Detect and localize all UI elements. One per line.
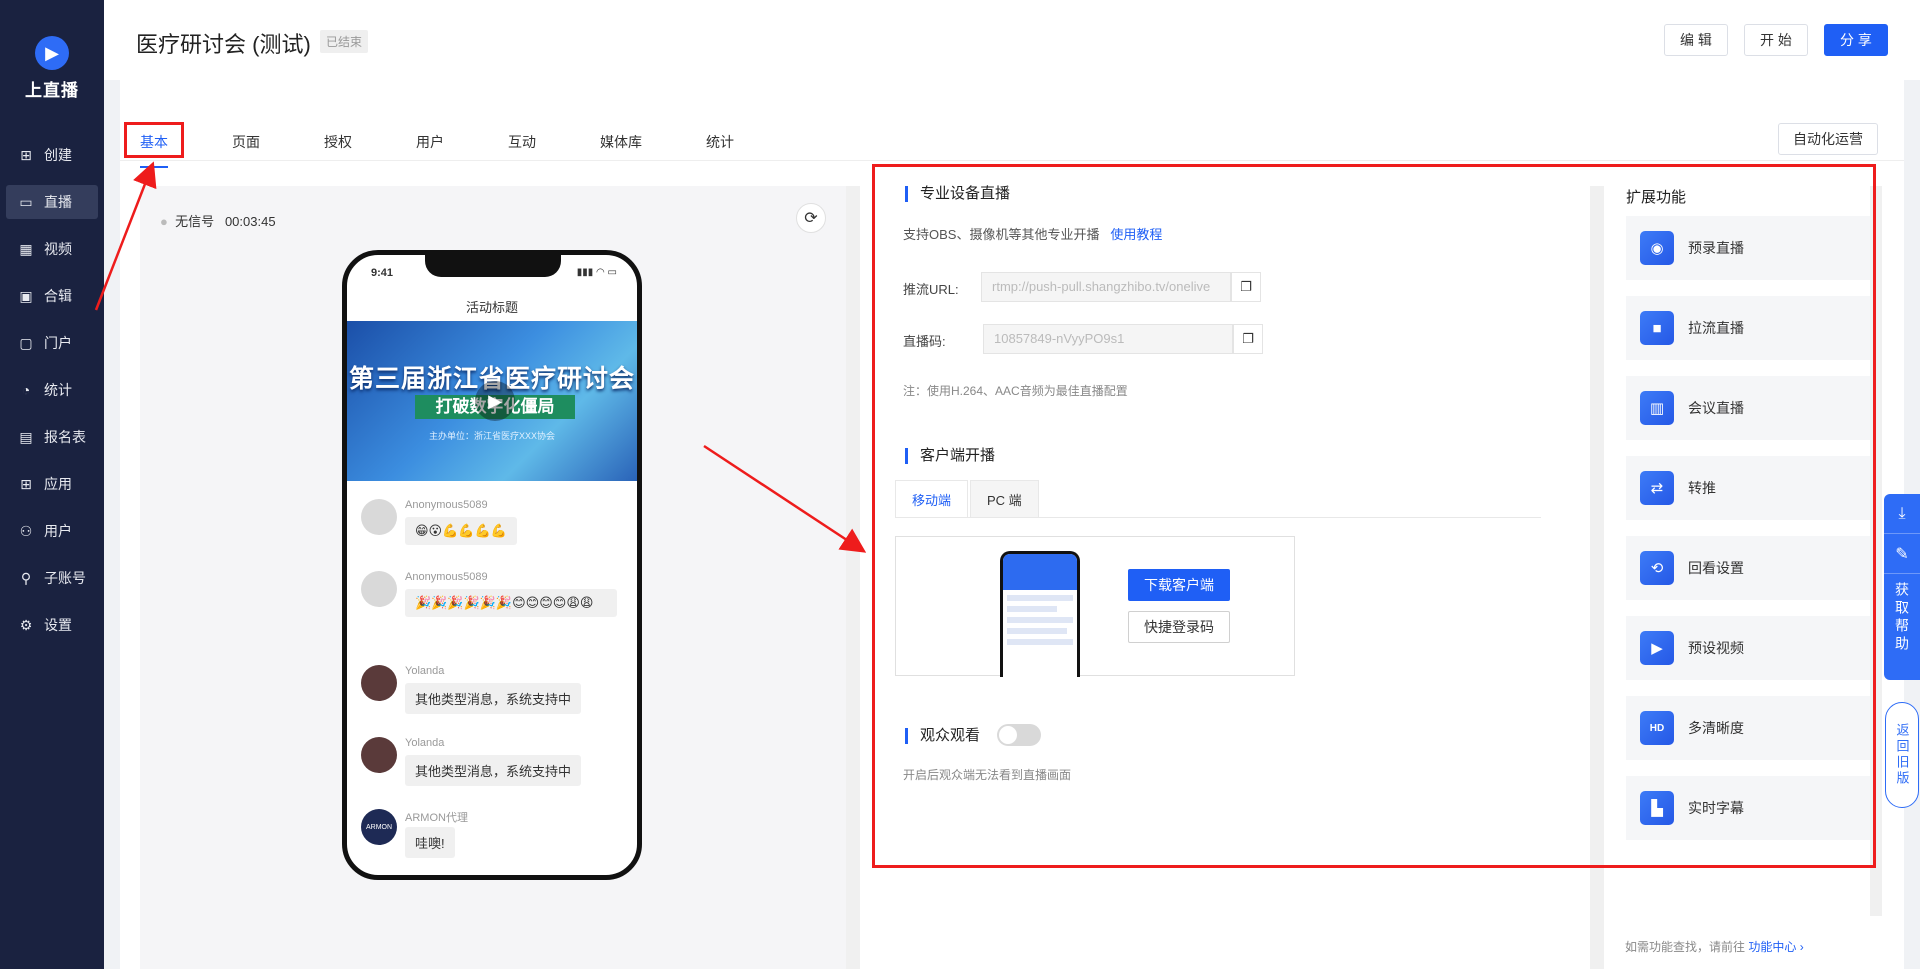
avatar <box>361 737 397 773</box>
phone-time: 9:41 <box>371 267 394 279</box>
chat-message: Anonymous5089 😁😮💪💪💪💪 <box>361 499 631 559</box>
tab-page[interactable]: 页面 <box>224 126 268 158</box>
signal-status: ● 无信号 00:03:45 <box>160 214 276 229</box>
avatar <box>361 499 397 535</box>
plus-square-icon: ⊞ <box>20 146 32 163</box>
extensions-footer: 如需功能查找，请前往 功能中心 › <box>1625 940 1804 954</box>
document-icon[interactable]: ✎ <box>1884 534 1920 574</box>
download-icon[interactable]: ⤓ <box>1884 494 1920 534</box>
banner-host: 主办单位：浙江省医疗XXX协会 <box>428 431 555 441</box>
sidebar-item-users[interactable]: ⚇ 用户 <box>6 514 98 548</box>
sidebar-item-subaccount[interactable]: ⚲ 子账号 <box>6 561 98 595</box>
annotation-box-content <box>872 164 1876 868</box>
feature-center-link[interactable]: 功能中心 › <box>1748 940 1803 954</box>
sidebar: ▶ 上直播 ⊞ 创建 ▭ 直播 ▦ 视频 ▣ 合辑 ▢ 门户 ◔ 统计 ▤ 报名表 ⊞ 应用 ⚇… <box>0 0 104 969</box>
avatar <box>361 571 397 607</box>
phone-preview: 9:41 ▮▮▮ ◠ ▭ 活动标题 第三届浙江省医疗研讨会 打破数字化僵局 主办… <box>342 250 642 880</box>
sidebar-item-stats[interactable]: ◔ 统计 <box>6 373 98 407</box>
chat-message: Yolanda 其他类型消息，系统支持中 <box>361 737 631 797</box>
page-title: 医疗研讨会 (测试) <box>136 32 311 57</box>
sidebar-item-collection[interactable]: ▣ 合辑 <box>6 279 98 313</box>
users-icon: ⚇ <box>19 522 33 539</box>
signal-icon: ▮▮▮ ◠ ▭ <box>576 267 617 278</box>
logo[interactable]: ▶ 上直播 <box>0 36 104 101</box>
duration: 00:03:45 <box>224 214 276 229</box>
return-old-version-button[interactable]: 返回旧版 <box>1885 702 1919 808</box>
edit-button[interactable]: 编 辑 <box>1664 24 1728 56</box>
tab-auth[interactable]: 授权 <box>316 126 360 158</box>
start-button[interactable]: 开 始 <box>1744 24 1808 56</box>
tab-interact[interactable]: 互动 <box>500 126 544 158</box>
annotation-box-tab <box>124 122 184 158</box>
tab-bar: 基本 页面 授权 用户 互动 媒体库 统计 <box>132 122 790 168</box>
logo-icon: ▶ <box>35 36 69 70</box>
status-badge: 已结束 <box>320 30 369 53</box>
tab-media[interactable]: 媒体库 <box>592 126 650 158</box>
form-icon: ▤ <box>19 428 33 445</box>
tab-stats[interactable]: 统计 <box>698 126 742 158</box>
live-preview: ● 无信号 00:03:45 ⟳ 9:41 ▮▮▮ ◠ ▭ 活动标题 第三届浙江… <box>140 186 846 969</box>
avatar <box>361 665 397 701</box>
auto-ops-button[interactable]: 自动化运营 <box>1778 123 1878 155</box>
chat-message: Yolanda 其他类型消息，系统支持中 <box>361 665 631 725</box>
sidebar-item-portal[interactable]: ▢ 门户 <box>6 326 98 360</box>
chat-message: Anonymous5089 🎉🎉🎉🎉🎉🎉😊😊😊😊😩😩 <box>361 571 631 641</box>
event-banner[interactable]: 第三届浙江省医疗研讨会 打破数字化僵局 主办单位：浙江省医疗XXX协会 ▶ <box>347 321 637 481</box>
sidebar-nav: ⊞ 创建 ▭ 直播 ▦ 视频 ▣ 合辑 ▢ 门户 ◔ 统计 ▤ 报名表 ⊞ 应用 ⚇ 用户 ⚲ 子账… <box>6 138 98 655</box>
sidebar-item-live[interactable]: ▭ 直播 <box>6 185 98 219</box>
gear-icon: ⚙ <box>19 616 33 633</box>
header: 医疗研讨会 (测试) 已结束 编 辑 开 始 分 享 <box>104 0 1920 80</box>
monitor-icon: ▢ <box>19 334 33 351</box>
play-icon[interactable]: ▶ <box>475 381 515 421</box>
phone-title: 活动标题 <box>465 300 518 315</box>
sidebar-item-apps[interactable]: ⊞ 应用 <box>6 467 98 501</box>
apps-icon: ⊞ <box>20 475 32 492</box>
refresh-icon[interactable]: ⟳ <box>796 203 826 233</box>
sidebar-item-settings[interactable]: ⚙ 设置 <box>6 608 98 642</box>
get-help-button[interactable]: 获取帮助 <box>1884 582 1920 654</box>
preview-scrollbar[interactable] <box>846 186 860 969</box>
share-button[interactable]: 分 享 <box>1824 24 1888 56</box>
tab-users[interactable]: 用户 <box>408 126 452 158</box>
sidebar-item-signup[interactable]: ▤ 报名表 <box>6 420 98 454</box>
collection-icon: ▣ <box>19 287 33 304</box>
video-icon: ▭ <box>19 193 33 210</box>
sidebar-item-create[interactable]: ⊞ 创建 <box>6 138 98 172</box>
film-icon: ▦ <box>19 240 33 257</box>
tab-divider <box>120 160 1904 161</box>
sidebar-item-video[interactable]: ▦ 视频 <box>6 232 98 266</box>
pie-chart-icon: ◔ <box>21 382 31 398</box>
help-floating-bar: ⤓ ✎ 获取帮助 <box>1884 494 1920 680</box>
chat-message: ARMON ARMON代理 哇噢! <box>361 809 631 869</box>
logo-text: 上直播 <box>25 81 79 100</box>
phone-notch <box>425 255 561 277</box>
avatar: ARMON <box>361 809 397 845</box>
sub-account-icon: ⚲ <box>20 569 32 586</box>
